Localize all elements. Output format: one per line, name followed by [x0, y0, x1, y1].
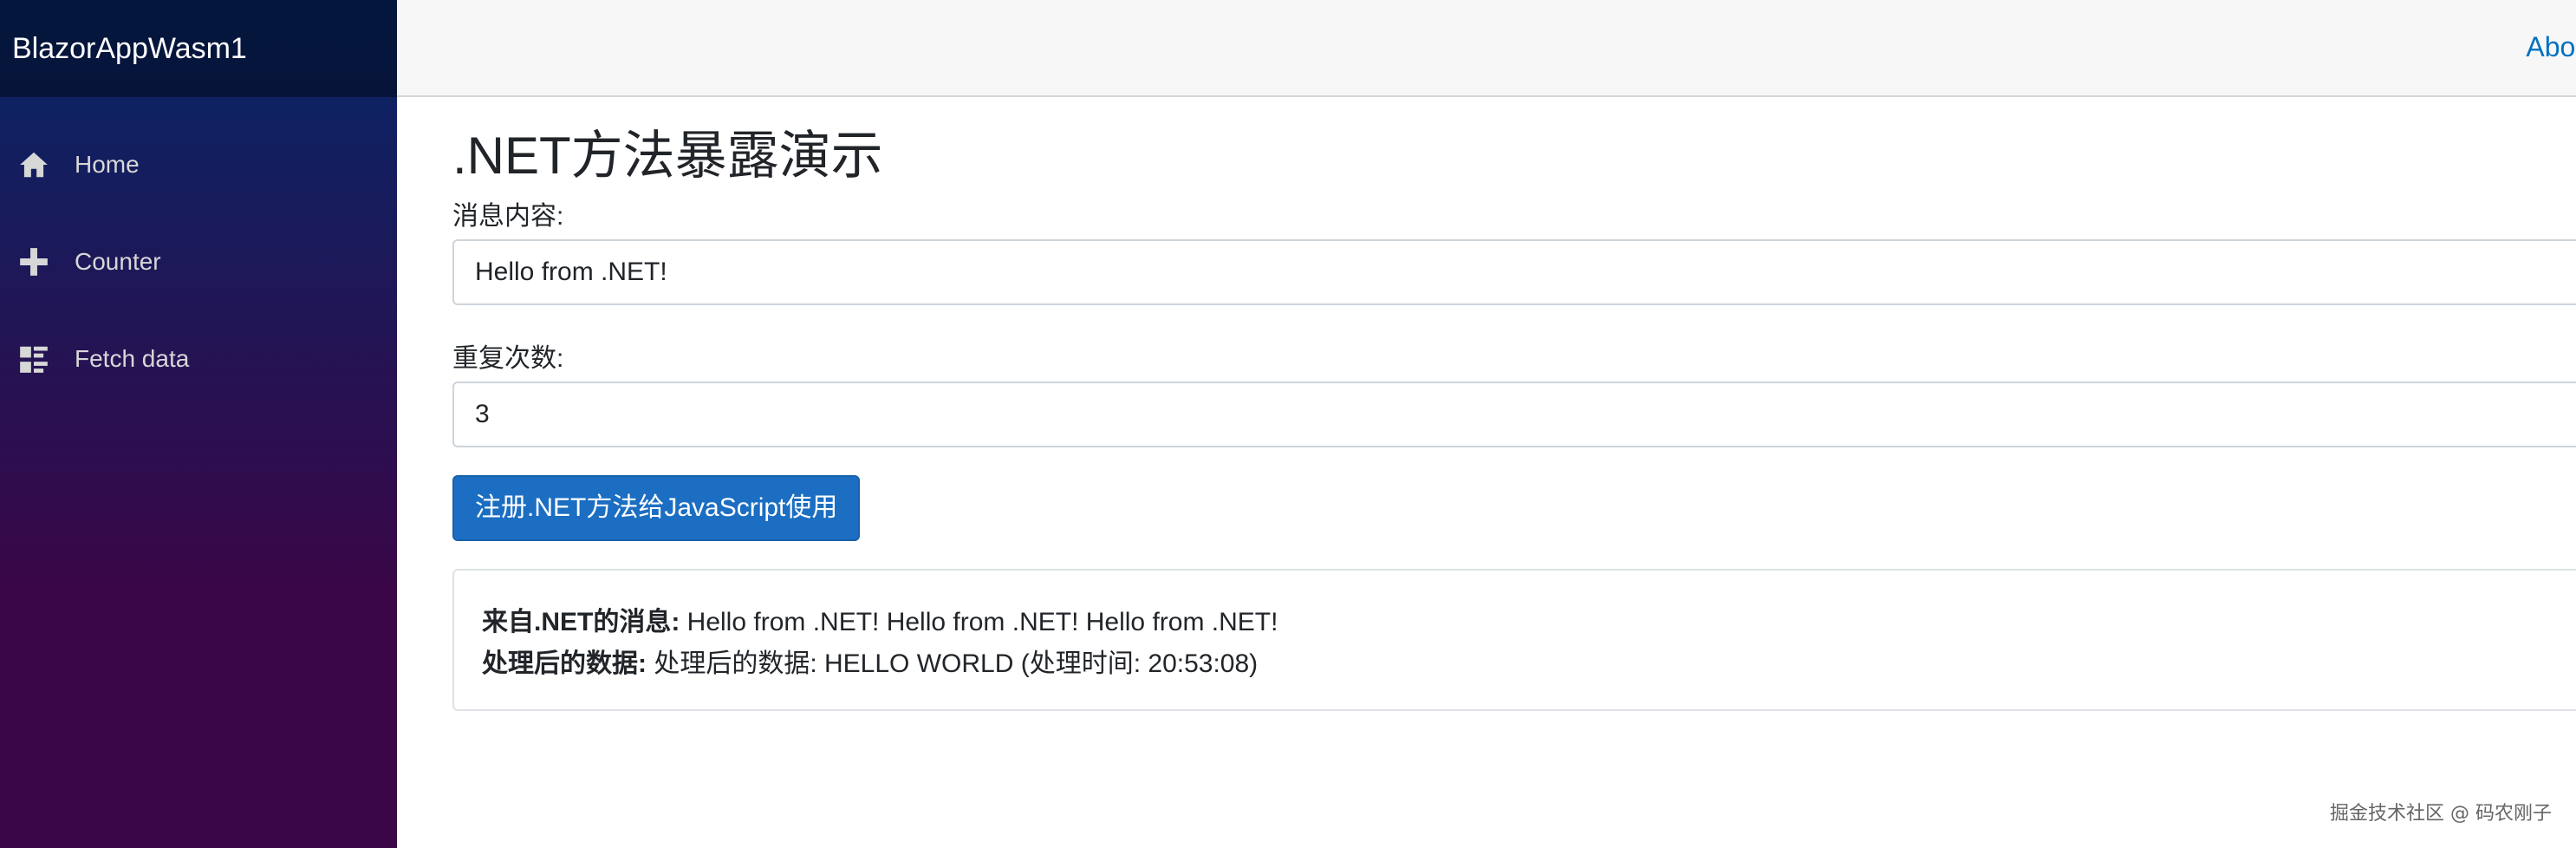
- brand-link[interactable]: BlazorAppWasm1: [12, 32, 247, 66]
- result-panel: 来自.NET的消息: Hello from .NET! Hello from .…: [452, 569, 2576, 711]
- about-link[interactable]: About: [2526, 31, 2576, 63]
- repeat-label: 重复次数:: [452, 344, 564, 373]
- register-dotnet-method-button[interactable]: 注册.NET方法给JavaScript使用: [452, 475, 861, 541]
- plus-icon: [17, 245, 50, 278]
- app-root: BlazorAppWasm1 Home Counter Fetch data A…: [0, 0, 2576, 848]
- message-label: 消息内容:: [452, 202, 564, 231]
- sidebar-item-fetch-data[interactable]: Fetch data: [0, 310, 397, 408]
- result-message-line: 来自.NET的消息: Hello from .NET! Hello from .…: [482, 602, 2564, 643]
- page-title: .NET方法暴露演示: [452, 127, 883, 185]
- watermark: 掘金技术社区 @ 码农刚子: [2330, 803, 2552, 825]
- result-processed-line: 处理后的数据: 处理后的数据: HELLO WORLD (处理时间: 20:53…: [482, 643, 2564, 685]
- repeat-form-group: 重复次数: 3: [452, 336, 2576, 447]
- sidebar-item-home[interactable]: Home: [0, 116, 397, 213]
- result-processed-label: 处理后的数据:: [482, 649, 647, 678]
- main-content: .NET方法暴露演示 消息内容: Hello from .NET! 重复次数: …: [452, 97, 2576, 711]
- result-message-label: 来自.NET的消息:: [482, 608, 680, 636]
- result-message-value: Hello from .NET! Hello from .NET! Hello …: [680, 608, 1278, 636]
- repeat-input[interactable]: 3: [452, 382, 2576, 447]
- list-rich-icon: [17, 342, 50, 375]
- result-processed-value: 处理后的数据: HELLO WORLD (处理时间: 20:53:08): [647, 649, 1259, 678]
- message-form-group: 消息内容: Hello from .NET!: [452, 194, 2576, 305]
- top-row: About: [397, 0, 2576, 97]
- sidebar-item-label: Home: [75, 151, 140, 178]
- sidebar-item-label: Counter: [75, 248, 161, 275]
- brand-bar: BlazorAppWasm1: [0, 0, 397, 97]
- nav-menu: Home Counter Fetch data: [0, 97, 397, 408]
- home-icon: [17, 148, 50, 181]
- sidebar-item-counter[interactable]: Counter: [0, 213, 397, 310]
- message-input[interactable]: Hello from .NET!: [452, 239, 2576, 305]
- sidebar-item-label: Fetch data: [75, 345, 190, 372]
- sidebar: BlazorAppWasm1 Home Counter Fetch data: [0, 0, 397, 848]
